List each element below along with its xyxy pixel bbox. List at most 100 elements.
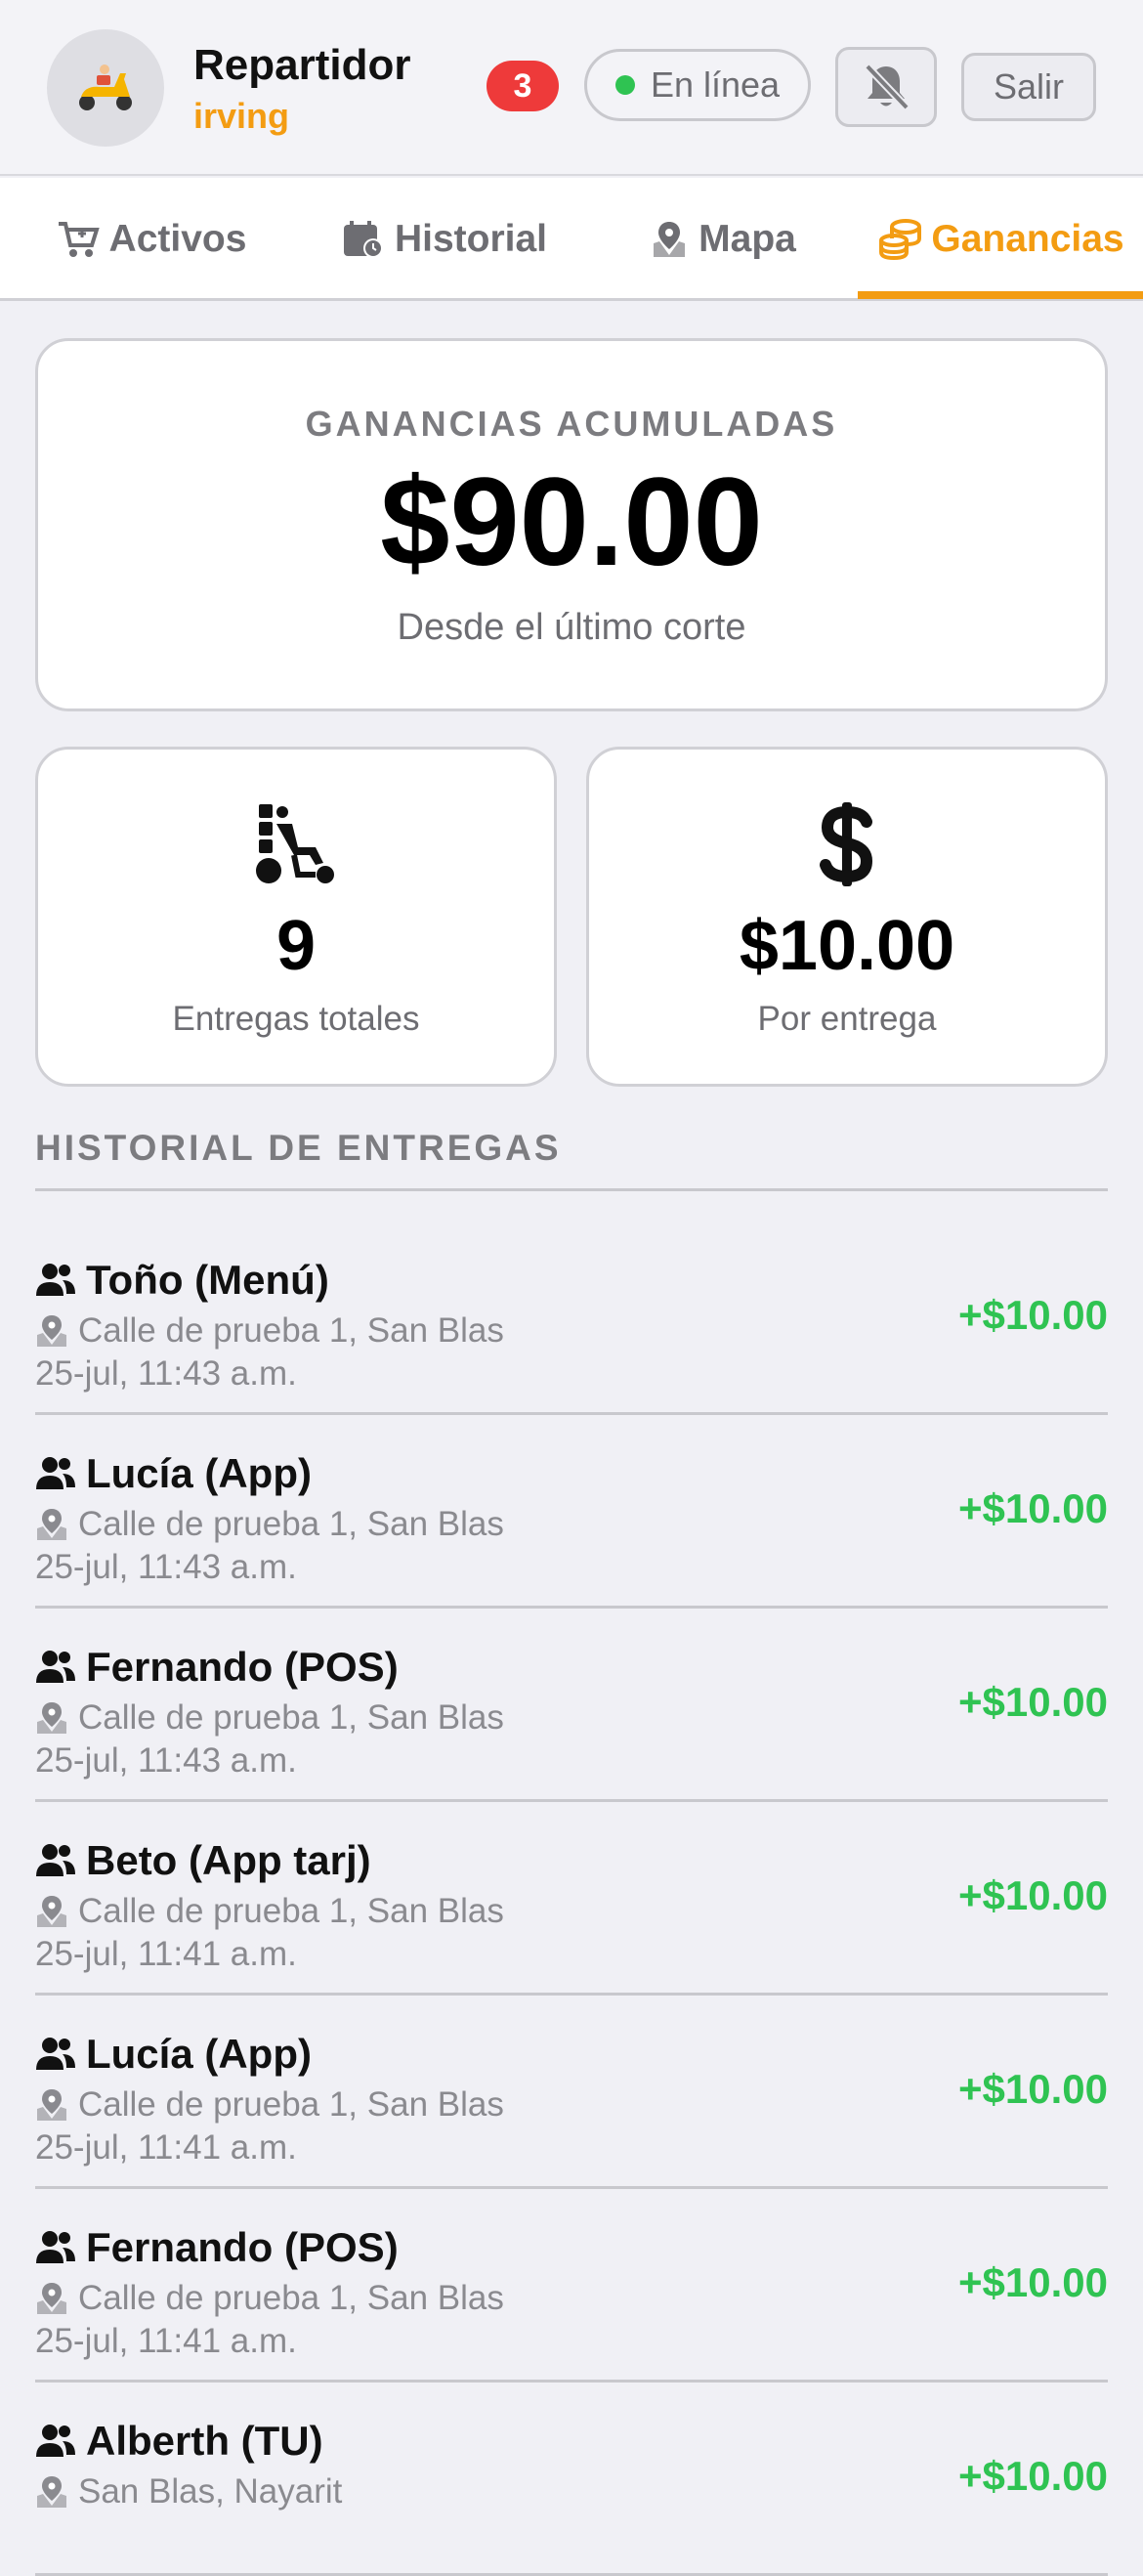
earnings-label: GANANCIAS ACUMULADAS <box>305 404 838 444</box>
status-dot-icon <box>614 75 635 95</box>
person-icon <box>35 1456 76 1491</box>
customer-name-line: Lucía (App) <box>35 1450 312 1497</box>
tab-bar: Activos Historial Mapa Ganancias <box>0 178 1143 301</box>
map-pin-icon <box>654 222 686 257</box>
list-item[interactable]: Lucía (App) Calle de prueba 1, San Blas 25… <box>35 1415 1108 1609</box>
map-pin-icon <box>35 2282 68 2315</box>
per-delivery-stat-card: $10.00 Por entrega <box>586 747 1108 1087</box>
customer-name-line: Fernando (POS) <box>35 2224 399 2271</box>
role-title: Repartidor <box>193 41 411 89</box>
customer-name: Fernando (POS) <box>86 2224 399 2270</box>
delivery-earning: +$10.00 <box>958 2453 1108 2499</box>
tab-activos[interactable]: Activos <box>20 178 283 301</box>
deliveries-label: Entregas totales <box>172 1000 420 1038</box>
list-item[interactable]: Fernando (POS) Calle de prueba 1, San Bla… <box>35 1609 1108 1802</box>
delivery-date: 25-jul, 11:41 a.m. <box>35 2322 297 2360</box>
bell-slash-icon <box>865 64 910 110</box>
list-item[interactable]: Fernando (POS) Calle de prueba 1, San Bla… <box>35 2189 1108 2383</box>
active-tab-indicator <box>858 291 1143 299</box>
person-icon <box>35 1263 76 1298</box>
person-icon <box>35 2037 76 2072</box>
person-icon <box>35 2424 76 2459</box>
map-pin-icon <box>35 1314 68 1348</box>
username: irving <box>193 96 290 136</box>
earnings-subtitle: Desde el último corte <box>397 607 746 648</box>
delivery-address: Calle de prueba 1, San Blas <box>78 1505 504 1543</box>
divider <box>35 1188 1108 1191</box>
app-header: Repartidor irving 3 En línea Salir <box>0 0 1143 176</box>
delivery-earning: +$10.00 <box>958 2259 1108 2305</box>
address-line: San Blas, Nayarit <box>35 2472 342 2512</box>
address-line: Calle de prueba 1, San Blas <box>35 1311 504 1351</box>
customer-name-line: Toño (Menú) <box>35 1257 329 1304</box>
delivery-earning: +$10.00 <box>958 1485 1108 1531</box>
list-item[interactable]: Lucía (App) Calle de prueba 1, San Blas 25… <box>35 1996 1108 2189</box>
delivery-date: 25-jul, 11:43 a.m. <box>35 1741 297 1780</box>
calendar-icon <box>343 221 383 258</box>
person-icon <box>35 1843 76 1878</box>
tab-ganancias[interactable]: Ganancias <box>860 178 1143 301</box>
cart-icon <box>58 222 100 257</box>
delivery-address: Calle de prueba 1, San Blas <box>78 2085 504 2124</box>
customer-name-line: Fernando (POS) <box>35 1644 399 1691</box>
scooter-icon <box>79 64 132 110</box>
map-pin-icon <box>35 2475 68 2509</box>
delivery-address: Calle de prueba 1, San Blas <box>78 1698 504 1737</box>
customer-name-line: Beto (App tarj) <box>35 1837 371 1884</box>
address-line: Calle de prueba 1, San Blas <box>35 1892 504 1931</box>
online-status-toggle[interactable]: En línea <box>584 49 811 121</box>
delivery-address: Calle de prueba 1, San Blas <box>78 2279 504 2317</box>
earnings-summary-card: GANANCIAS ACUMULADAS $90.00 Desde el últ… <box>35 338 1108 711</box>
delivery-address: San Blas, Nayarit <box>78 2472 343 2511</box>
delivery-earning: +$10.00 <box>958 1679 1108 1725</box>
logout-button[interactable]: Salir <box>961 53 1096 121</box>
person-icon <box>35 2230 76 2265</box>
deliveries-stat-card: 9 Entregas totales <box>35 747 557 1087</box>
map-pin-icon <box>35 1508 68 1541</box>
address-line: Calle de prueba 1, San Blas <box>35 2279 504 2318</box>
per-delivery-label: Por entrega <box>757 1000 937 1038</box>
delivery-earning: +$10.00 <box>958 2066 1108 2112</box>
tab-historial[interactable]: Historial <box>303 178 586 301</box>
status-label: En línea <box>650 64 781 105</box>
person-icon <box>35 1650 76 1685</box>
mute-notifications-button[interactable] <box>835 47 937 127</box>
list-item[interactable]: Toño (Menú) Calle de prueba 1, San Blas 25… <box>35 1222 1108 1415</box>
tab-label: Mapa <box>698 218 796 260</box>
address-line: Calle de prueba 1, San Blas <box>35 1505 504 1544</box>
avatar <box>47 29 164 147</box>
map-pin-icon <box>35 1701 68 1735</box>
delivery-date: 25-jul, 11:41 a.m. <box>35 2128 297 2167</box>
delivery-earning: +$10.00 <box>958 1292 1108 1338</box>
delivery-history-title: HISTORIAL DE ENTREGAS <box>35 1128 562 1168</box>
list-item[interactable]: Beto (App tarj) Calle de prueba 1, San Bl… <box>35 1802 1108 1996</box>
customer-name: Alberth (TU) <box>86 2418 323 2464</box>
customer-name-line: Alberth (TU) <box>35 2418 323 2465</box>
customer-name: Toño (Menú) <box>86 1257 329 1303</box>
customer-name-line: Lucía (App) <box>35 2031 312 2078</box>
map-pin-icon <box>35 2088 68 2122</box>
tab-label: Ganancias <box>931 218 1124 260</box>
coins-icon <box>879 219 922 260</box>
customer-name: Lucía (App) <box>86 2031 312 2077</box>
map-pin-icon <box>35 1895 68 1928</box>
customer-name: Fernando (POS) <box>86 1644 399 1690</box>
delivery-date: 25-jul, 11:43 a.m. <box>35 1548 297 1586</box>
deliveries-count: 9 <box>275 907 317 985</box>
tab-mapa[interactable]: Mapa <box>606 178 840 301</box>
per-delivery-amount: $10.00 <box>739 907 955 985</box>
delivery-person-icon <box>256 804 334 883</box>
delivery-address: Calle de prueba 1, San Blas <box>78 1892 504 1930</box>
tab-label: Historial <box>394 218 548 260</box>
customer-name: Lucía (App) <box>86 1450 312 1496</box>
earnings-total: $90.00 <box>380 452 763 592</box>
list-item[interactable]: Alberth (TU) San Blas, Nayarit +$10.00 <box>35 2383 1108 2576</box>
address-line: Calle de prueba 1, San Blas <box>35 1698 504 1738</box>
delivery-address: Calle de prueba 1, San Blas <box>78 1311 504 1350</box>
address-line: Calle de prueba 1, San Blas <box>35 2085 504 2125</box>
customer-name: Beto (App tarj) <box>86 1837 371 1883</box>
notification-count-badge[interactable]: 3 <box>487 61 559 111</box>
delivery-date: 25-jul, 11:41 a.m. <box>35 1935 297 1973</box>
delivery-earning: +$10.00 <box>958 1872 1108 1918</box>
delivery-date: 25-jul, 11:43 a.m. <box>35 1354 297 1393</box>
